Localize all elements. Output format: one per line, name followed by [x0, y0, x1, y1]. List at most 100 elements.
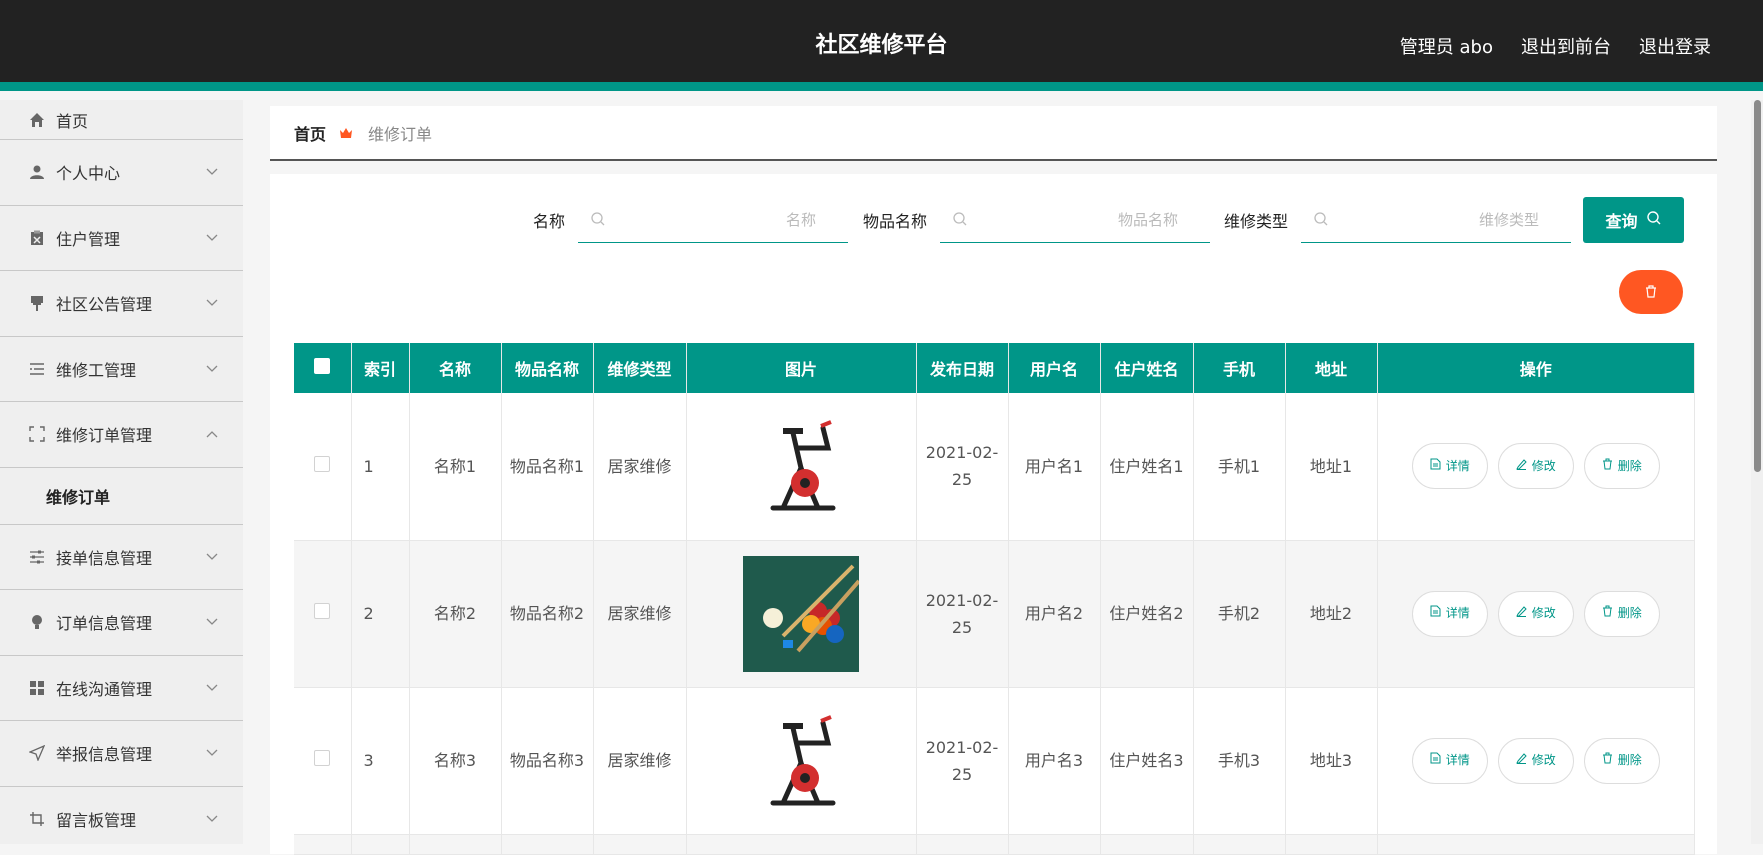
chevron-down-icon — [203, 163, 221, 181]
delete-label: 删除 — [1617, 753, 1642, 767]
cell-resident: 住户姓名2 — [1100, 540, 1194, 688]
edit-icon — [1515, 747, 1527, 774]
col-header: 地址 — [1285, 343, 1378, 393]
content-panel: 名称 名称 物品名称 物品名称 维修类型 维修类型 查询 索引 名称 物品名称 … — [270, 174, 1717, 855]
top-links: 管理员 abo 退出到前台 退出登录 — [1400, 0, 1711, 92]
cell-type: 居家维修 — [593, 393, 687, 541]
to-front-link[interactable]: 退出到前台 — [1521, 33, 1611, 59]
sidebar-item-accept-orders[interactable]: 接单信息管理 — [0, 525, 243, 590]
delete-label: 删除 — [1617, 606, 1642, 620]
breadcrumb: 首页 维修订单 — [270, 106, 1717, 161]
edit-button[interactable]: 修改 — [1497, 590, 1574, 637]
delete-button[interactable]: 删除 — [1583, 590, 1660, 637]
col-header: 手机 — [1193, 343, 1286, 393]
search-name-group: 名称 名称 — [533, 196, 849, 244]
detail-label: 详情 — [1445, 458, 1470, 473]
select-all-checkbox[interactable] — [314, 358, 331, 374]
sidebar-item-order-info[interactable]: 订单信息管理 — [0, 590, 243, 656]
cell-username: 用户名3 — [1008, 687, 1101, 835]
sidebar-item-chat[interactable]: 在线沟通管理 — [0, 656, 243, 721]
row-checkbox[interactable] — [314, 455, 331, 472]
admin-user-label[interactable]: 管理员 abo — [1400, 33, 1493, 59]
col-header: 物品名称 — [501, 343, 594, 393]
edit-label: 修改 — [1531, 458, 1556, 473]
row-checkbox[interactable] — [314, 603, 331, 619]
cell-date: 2021-02-25 — [916, 540, 1009, 688]
document-icon — [1430, 453, 1441, 480]
document-icon — [1430, 747, 1441, 774]
col-header: 维修类型 — [593, 343, 687, 393]
cell-name: 名称1 — [409, 393, 502, 541]
cell-name: 名称3 — [409, 687, 502, 835]
sidebar-item-home[interactable]: 首页 — [0, 100, 243, 140]
breadcrumb-home[interactable]: 首页 — [294, 121, 326, 145]
detail-button[interactable]: 详情 — [1411, 590, 1488, 637]
cell-index: 1 — [351, 393, 410, 541]
clipboard-icon — [28, 229, 46, 247]
row-checkbox[interactable] — [314, 750, 331, 766]
home-icon — [28, 111, 46, 129]
col-header: 操作 — [1377, 343, 1695, 393]
scrollbar-thumb[interactable] — [1754, 100, 1761, 472]
cell-resident: 住户姓名1 — [1100, 393, 1194, 541]
pin-icon — [28, 294, 46, 312]
chevron-down-icon — [203, 679, 221, 697]
cell-phone: 手机3 — [1193, 687, 1286, 835]
item-image — [743, 703, 859, 819]
table-cell — [686, 834, 917, 855]
search-name-input[interactable]: 名称 — [578, 197, 849, 243]
table-cell — [294, 834, 352, 855]
search-icon — [952, 211, 968, 231]
col-header: 用户名 — [1008, 343, 1101, 393]
sliders-icon — [28, 548, 46, 566]
logout-link[interactable]: 退出登录 — [1639, 33, 1711, 59]
search-item-input[interactable]: 物品名称 — [940, 197, 1211, 243]
edit-button[interactable]: 修改 — [1497, 737, 1574, 784]
edit-button[interactable]: 修改 — [1497, 443, 1574, 490]
item-image — [743, 555, 861, 672]
breadcrumb-current: 维修订单 — [368, 124, 433, 144]
table-cell — [916, 834, 1009, 855]
sidebar-item-label: 维修订单管理 — [56, 426, 153, 446]
chevron-down-icon — [203, 229, 221, 247]
row-select-cell — [294, 540, 352, 688]
sidebar-item-messages[interactable]: 留言板管理 — [0, 787, 243, 845]
batch-delete-button[interactable] — [1619, 270, 1683, 314]
search-type-input[interactable]: 维修类型 — [1301, 197, 1572, 243]
sidebar-item-label: 个人中心 — [56, 164, 121, 184]
frame-icon — [28, 425, 46, 443]
search-type-placeholder: 维修类型 — [1479, 211, 1540, 229]
sidebar-item-label: 维修工管理 — [56, 360, 137, 380]
chevron-down-icon — [203, 294, 221, 312]
scrollbar[interactable] — [1751, 100, 1763, 844]
col-header: 索引 — [351, 343, 410, 393]
detail-button[interactable]: 详情 — [1411, 443, 1488, 490]
trash-icon — [1602, 453, 1613, 480]
search-name-label: 名称 — [533, 212, 566, 231]
sidebar-item-label: 在线沟通管理 — [56, 679, 153, 699]
edit-icon — [1515, 600, 1527, 627]
cell-address: 地址1 — [1285, 393, 1378, 541]
document-icon — [1430, 600, 1441, 627]
search-icon — [1646, 210, 1662, 230]
cell-image — [686, 393, 917, 541]
sidebar-item-profile[interactable]: 个人中心 — [0, 140, 243, 206]
sidebar-item-residents[interactable]: 住户管理 — [0, 206, 243, 271]
trash-icon — [1602, 747, 1613, 774]
edit-label: 修改 — [1531, 753, 1556, 767]
sidebar-subitem-repair-order[interactable]: 维修订单 — [0, 468, 243, 525]
sidebar-item-workers[interactable]: 维修工管理 — [0, 337, 243, 402]
cell-index: 3 — [351, 687, 410, 835]
sidebar-item-notices[interactable]: 社区公告管理 — [0, 271, 243, 337]
cell-username: 用户名1 — [1008, 393, 1101, 541]
chevron-down-icon — [203, 613, 221, 631]
chevron-down-icon — [203, 360, 221, 378]
user-icon — [28, 163, 46, 181]
detail-label: 详情 — [1445, 753, 1470, 767]
sidebar-item-repair-orders[interactable]: 维修订单管理 — [0, 402, 243, 468]
delete-button[interactable]: 删除 — [1583, 443, 1660, 490]
delete-button[interactable]: 删除 — [1583, 737, 1660, 784]
query-button[interactable]: 查询 — [1583, 197, 1684, 243]
detail-button[interactable]: 详情 — [1411, 737, 1488, 784]
sidebar-item-reports[interactable]: 举报信息管理 — [0, 721, 243, 787]
